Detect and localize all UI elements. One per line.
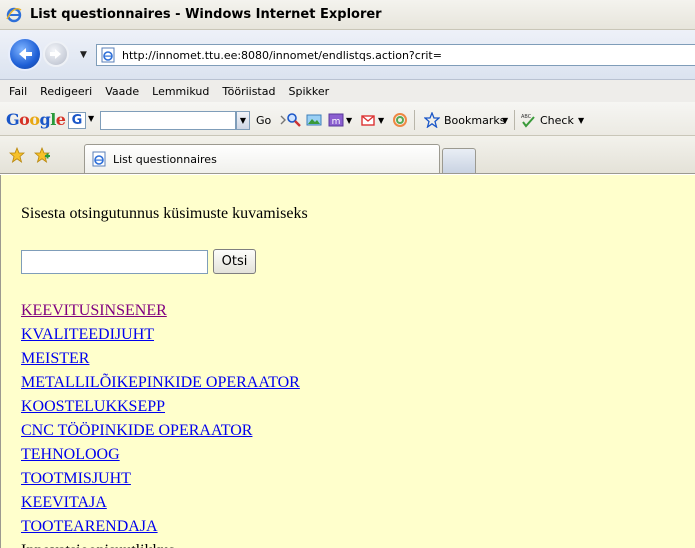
- navigation-bar: ▼ http://innomet.ttu.ee:8080/innomet/end…: [0, 30, 695, 80]
- search-prompt: Sisesta otsingutunnus küsimuste kuvamise…: [21, 205, 308, 222]
- google-toolbar: Google G ▼ ▼ Go m ▼ ▼ Bookmarks ▼ ABC Ch…: [0, 102, 695, 136]
- spiral-icon[interactable]: [392, 112, 408, 128]
- check-dropdown-icon[interactable]: ▼: [578, 116, 584, 125]
- questionnaire-link[interactable]: KEEVITAJA: [21, 492, 300, 516]
- spellcheck-icon[interactable]: ABC: [520, 112, 536, 128]
- google-menu-icon[interactable]: G: [68, 112, 86, 129]
- google-search-input[interactable]: [100, 111, 236, 130]
- tab-label: List questionnaires: [113, 152, 217, 166]
- questionnaire-list: KEEVITUSINSENER KVALITEEDIJUHT MEISTER M…: [21, 300, 300, 548]
- google-go-button[interactable]: Go: [256, 114, 271, 127]
- svg-text:m: m: [332, 117, 341, 127]
- internet-explorer-icon: [6, 7, 22, 22]
- questionnaire-link[interactable]: TEHNOLOOG: [21, 444, 300, 468]
- questionnaire-link[interactable]: CNC TÖÖPINKIDE OPERAATOR: [21, 420, 300, 444]
- page-icon: [92, 151, 106, 167]
- title-bar: List questionnaires - Windows Internet E…: [0, 0, 695, 30]
- questionnaire-link[interactable]: TOOTMISJUHT: [21, 468, 300, 492]
- tab-list-questionnaires[interactable]: List questionnaires: [84, 144, 440, 173]
- back-button[interactable]: [8, 37, 42, 71]
- star-icon[interactable]: [424, 112, 440, 128]
- forward-button[interactable]: [43, 41, 69, 67]
- questionnaire-link[interactable]: KOOSTELUKKSEPP: [21, 396, 300, 420]
- svg-text:ABC: ABC: [521, 114, 532, 120]
- menu-bar: Fail Redigeeri Vaade Lemmikud Tööriistad…: [0, 80, 695, 102]
- image-search-icon[interactable]: [306, 112, 322, 128]
- favorites-star-icon[interactable]: [9, 147, 25, 163]
- questionnaire-link[interactable]: TOOTEARENDAJA: [21, 516, 300, 540]
- questionnaire-link[interactable]: MEISTER: [21, 348, 300, 372]
- forward-arrow-icon: [50, 49, 61, 59]
- innovation-capability-text: Innovatsioonisuutlikkus: [21, 540, 300, 548]
- new-tab-button[interactable]: [442, 148, 476, 173]
- questionnaire-link[interactable]: METALLILÕIKEPINKIDE OPERAATOR: [21, 372, 300, 396]
- google-logo: Google: [6, 110, 66, 129]
- back-arrow-icon: [19, 48, 32, 60]
- page-content: Sisesta otsingutunnus küsimuste kuvamise…: [0, 175, 695, 548]
- popup-dropdown-icon[interactable]: ▼: [378, 116, 384, 125]
- search-icon[interactable]: [286, 112, 302, 128]
- menu-view[interactable]: Vaade: [105, 85, 139, 98]
- menu-tools[interactable]: Tööriistad: [222, 85, 275, 98]
- recent-pages-dropdown-icon[interactable]: ▼: [80, 50, 87, 60]
- menu-favorites[interactable]: Lemmikud: [152, 85, 209, 98]
- menu-edit[interactable]: Redigeeri: [40, 85, 92, 98]
- google-search-dropdown[interactable]: ▼: [236, 111, 250, 130]
- menu-help[interactable]: Spikker: [288, 85, 329, 98]
- bookmarks-dropdown-icon[interactable]: ▼: [502, 116, 508, 125]
- toolbar-separator: [514, 110, 515, 130]
- popup-blocker-icon[interactable]: [360, 112, 376, 128]
- toolbar-separator: [414, 110, 415, 130]
- news-icon[interactable]: m: [328, 112, 344, 128]
- google-menu-dropdown-icon[interactable]: ▼: [88, 114, 94, 123]
- questionnaire-link[interactable]: KEEVITUSINSENER: [21, 300, 300, 324]
- check-button[interactable]: Check: [540, 114, 574, 127]
- questionnaire-link[interactable]: KVALITEEDIJUHT: [21, 324, 300, 348]
- news-dropdown-icon[interactable]: ▼: [346, 116, 352, 125]
- tab-bar: List questionnaires: [0, 136, 695, 174]
- window-title: List questionnaires - Windows Internet E…: [30, 7, 382, 22]
- search-input[interactable]: [21, 250, 208, 274]
- bookmarks-button[interactable]: Bookmarks: [444, 114, 505, 127]
- address-url[interactable]: http://innomet.ttu.ee:8080/innomet/endli…: [122, 49, 442, 62]
- menu-file[interactable]: Fail: [9, 85, 27, 98]
- add-favorite-icon[interactable]: [34, 147, 50, 163]
- search-button[interactable]: Otsi: [213, 249, 256, 274]
- page-icon: [101, 47, 115, 63]
- address-bar[interactable]: http://innomet.ttu.ee:8080/innomet/endli…: [96, 44, 695, 66]
